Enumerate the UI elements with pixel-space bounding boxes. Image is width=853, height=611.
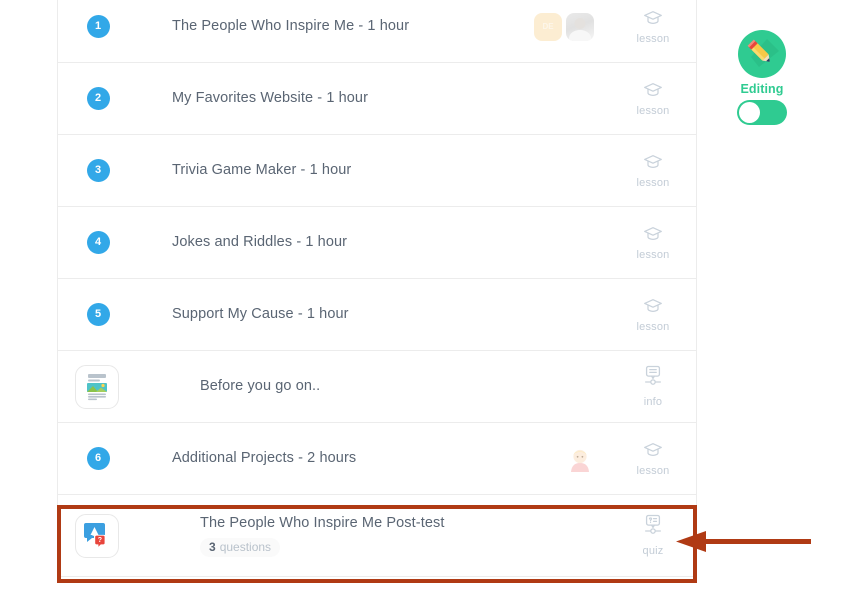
activity-title[interactable]: My Favorites Website - 1 hour xyxy=(172,89,610,107)
row-leading-slot: 5 xyxy=(58,303,144,326)
editing-toggle-switch[interactable] xyxy=(737,100,787,125)
graduation-cap-icon xyxy=(643,81,663,103)
question-count: 3 xyxy=(209,540,216,555)
activity-title[interactable]: Support My Cause - 1 hour xyxy=(172,305,610,323)
activity-number-badge: 5 xyxy=(86,303,110,326)
activity-number-badge: 3 xyxy=(86,159,110,182)
activity-title[interactable]: Before you go on.. xyxy=(200,377,610,395)
activity-title[interactable]: Jokes and Riddles - 1 hour xyxy=(172,233,610,251)
row-content: Support My Cause - 1 hour xyxy=(144,305,610,323)
graduation-cap-icon xyxy=(643,153,663,175)
svg-text:?: ? xyxy=(98,536,102,543)
activity-type-label: lesson xyxy=(636,32,670,45)
editing-label: Editing xyxy=(740,82,784,96)
list-item[interactable]: 6 Additional Projects - 2 hours lesson xyxy=(58,423,696,495)
avatar[interactable]: DE xyxy=(534,12,562,41)
left-arrow-annotation xyxy=(676,528,811,556)
list-item[interactable]: Before you go on.. info xyxy=(58,351,696,423)
activity-type-label: lesson xyxy=(636,104,670,117)
row-content: Additional Projects - 2 hours xyxy=(144,449,566,467)
list-item[interactable]: ? The People Who Inspire Me Post-test 3 … xyxy=(58,495,696,577)
list-item[interactable]: 3 Trivia Game Maker - 1 hour lesson xyxy=(58,135,696,207)
activity-type-label: lesson xyxy=(636,320,670,333)
graduation-cap-icon xyxy=(643,441,663,463)
quiz-bubble-icon xyxy=(642,514,664,543)
screenshot-root: 1 The People Who Inspire Me - 1 hour DE … xyxy=(0,0,853,611)
document-image-icon xyxy=(75,364,119,409)
activity-number-badge: 1 xyxy=(86,15,110,38)
activity-title[interactable]: Trivia Game Maker - 1 hour xyxy=(172,161,610,179)
question-count-label: questions xyxy=(219,540,272,555)
list-item[interactable]: 2 My Favorites Website - 1 hour lesson xyxy=(58,63,696,135)
row-content: Trivia Game Maker - 1 hour xyxy=(144,161,610,179)
row-leading-slot: 2 xyxy=(58,87,144,110)
activity-type: lesson xyxy=(610,9,696,45)
list-item[interactable]: 1 The People Who Inspire Me - 1 hour DE … xyxy=(58,0,696,63)
row-leading-slot: 3 xyxy=(58,159,144,182)
activity-type: info xyxy=(610,365,696,408)
activity-type: lesson xyxy=(610,441,696,477)
activity-type: lesson xyxy=(610,81,696,117)
activity-type: lesson xyxy=(610,153,696,189)
activity-type-label: quiz xyxy=(642,545,664,557)
avatar[interactable] xyxy=(566,12,594,41)
activity-type: lesson xyxy=(610,297,696,333)
row-content: My Favorites Website - 1 hour xyxy=(144,89,610,107)
row-leading-slot: 6 xyxy=(58,447,144,470)
graduation-cap-icon xyxy=(643,225,663,247)
activity-title[interactable]: The People Who Inspire Me - 1 hour xyxy=(172,17,534,35)
row-content: Jokes and Riddles - 1 hour xyxy=(144,233,610,251)
activity-type-label: lesson xyxy=(636,464,670,477)
graduation-cap-icon xyxy=(643,297,663,319)
row-leading-slot: ? xyxy=(58,513,144,558)
course-activity-list: 1 The People Who Inspire Me - 1 hour DE … xyxy=(57,0,697,577)
info-bubble-icon xyxy=(642,365,664,394)
question-count-badge: 3 questions xyxy=(200,538,281,558)
toggle-knob xyxy=(739,102,760,123)
activity-number-badge: 6 xyxy=(86,447,110,470)
row-leading-slot xyxy=(58,364,144,409)
pencil-icon[interactable] xyxy=(738,30,786,78)
graduation-cap-icon xyxy=(643,9,663,31)
activity-type-label: info xyxy=(643,396,663,408)
activity-number-badge: 4 xyxy=(86,231,110,254)
activity-title[interactable]: Additional Projects - 2 hours xyxy=(172,449,566,467)
quiz-bubbles-icon: ? xyxy=(75,513,119,558)
row-content: The People Who Inspire Me - 1 hour xyxy=(144,17,534,35)
assignee-avatars xyxy=(566,444,594,473)
activity-type-label: lesson xyxy=(636,248,670,261)
row-leading-slot: 1 xyxy=(58,15,144,38)
row-leading-slot: 4 xyxy=(58,231,144,254)
row-content: Before you go on.. xyxy=(144,377,610,395)
avatar[interactable] xyxy=(566,444,594,473)
row-content: The People Who Inspire Me Post-test 3 qu… xyxy=(144,514,610,558)
activity-number-badge: 2 xyxy=(86,87,110,110)
list-item[interactable]: 4 Jokes and Riddles - 1 hour lesson xyxy=(58,207,696,279)
activity-title[interactable]: The People Who Inspire Me Post-test xyxy=(200,514,610,532)
list-item[interactable]: 5 Support My Cause - 1 hour lesson xyxy=(58,279,696,351)
assignee-avatars: DE xyxy=(534,12,594,41)
activity-type-label: lesson xyxy=(636,176,670,189)
activity-type: lesson xyxy=(610,225,696,261)
editing-toggle-panel: Editing xyxy=(734,30,790,125)
